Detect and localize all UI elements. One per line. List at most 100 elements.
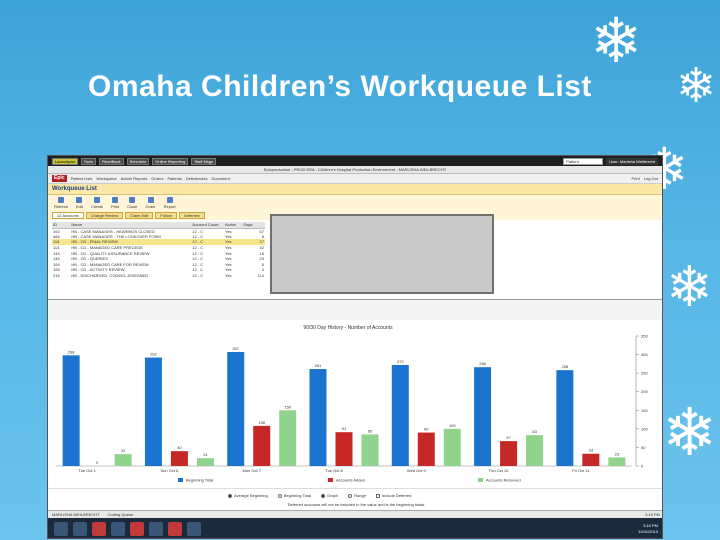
schedule-button[interactable]: Schedule [126,157,150,165]
bar [144,357,162,466]
taskbar-app-icon[interactable] [187,522,201,536]
y-tick-label: 0 [641,464,644,469]
report-tool[interactable]: Report [164,197,176,209]
tab-deferred[interactable]: Deferred [178,212,205,219]
slide-title: Omaha Children’s Workqueue List [88,70,592,103]
y-tick-label: 200 [641,389,648,394]
menu-item-patients[interactable]: Patients [167,176,181,181]
print-tool[interactable]: Print [111,197,119,209]
radio-graph[interactable]: Graph [321,493,338,498]
refresh-tool[interactable]: Refresh [54,197,68,209]
workqueue-title: Workqueue List [48,184,662,195]
menu-item-workqueue[interactable]: Workqueue [96,176,116,181]
launchpad-button[interactable]: Launchpad [52,157,78,165]
order-tool[interactable]: Order [145,197,156,209]
start-button[interactable] [54,522,68,536]
bar [114,454,132,466]
bar [279,410,297,466]
online-reporting-button[interactable]: Online Reporting [152,157,189,165]
bar [391,364,409,466]
radio-label: Beginning Total [283,493,312,498]
bar-value-label: 298 [68,349,75,354]
history-chart-svg: 90/30 Day History - Number of Accounts 2… [56,325,648,483]
legend-swatch [328,478,333,482]
tab-claim-edit[interactable]: Claim Edit [125,212,154,219]
staff-msgs-button[interactable]: Staff Msgs [191,157,217,165]
bar [62,355,80,466]
snowflake-icon: ❄ [662,394,718,471]
edit-tool[interactable]: Edit [76,197,83,209]
readback-button[interactable]: ReadBack [99,157,124,165]
taskbar-app-icon[interactable] [111,522,125,536]
y-tick-label: 300 [641,352,648,357]
bar-value-label: 0 [96,460,99,465]
close-icon [129,197,136,203]
y-tick-label: 150 [641,408,648,413]
x-tick-label: Fri Oct 11 [572,468,590,473]
bar-value-label: 85 [368,428,373,433]
clock-date: 10/11/2013 [638,529,658,534]
logout-button[interactable]: Log Out [644,176,658,181]
radio-average-beginning[interactable]: Average Beginning [228,493,268,498]
menu-item-orders[interactable]: Orders [151,176,163,181]
status-text: Coding Queue [107,512,134,517]
cell-count: 12 - C [192,273,204,279]
user-label: User: Marlisha Weilbrecht [606,157,658,165]
windows-taskbar: 3:16 PM 10/11/2013 [48,518,662,538]
history-chart: 90/30 Day History - Number of Accounts 2… [48,320,662,488]
bar-value-label: 258 [562,364,569,369]
radio-range[interactable]: Range [348,493,366,498]
radio-icon [228,493,232,498]
menu-item-patient-lists[interactable]: Patient Lists [71,176,93,181]
radio-label: Range [354,493,366,498]
table-row[interactable]: 216 HB - DISCHARGED, CODING, ASSIGNED 12 -… [52,273,265,279]
bar-value-label: 21 [203,452,208,457]
x-tick-label: Mon Oct 7 [242,468,261,473]
bar [196,458,214,466]
status-time: 3:16 PM [645,512,660,517]
menu-item-document[interactable]: Document [211,176,229,181]
bar [500,441,518,466]
bar-value-label: 40 [177,445,182,450]
radio-beginning-total[interactable]: Beginning Total [277,493,312,498]
patient-search-input[interactable]: Patient [563,157,604,165]
legend-label: Beginning Total [186,478,213,483]
bar-value-label: 91 [342,426,347,431]
tab-charge-review[interactable]: Charge Review [85,212,124,219]
x-tick-label: Thu Oct 10 [489,468,510,473]
tool-label: Edit [76,204,83,209]
print-button[interactable]: Print [632,176,640,181]
y-tick-label: 50 [641,445,646,450]
tab-follow[interactable]: Follow [155,212,177,219]
menu-item-deficiencies[interactable]: Deficiencies [186,176,208,181]
tools-button[interactable]: Tools [80,157,97,165]
bar [474,367,492,466]
x-tick-label: Sun Oct 6 [161,468,180,473]
epic-button[interactable]: Epic [52,175,67,182]
taskbar-app-icon[interactable] [149,522,163,536]
taskbar-app-icon[interactable] [168,522,182,536]
bar-value-label: 83 [532,429,537,434]
bar [556,370,574,466]
menu-item-admin-reports[interactable]: Admin Reports [121,176,147,181]
taskbar-app-icon[interactable] [73,522,87,536]
epic-top-toolbar: Launchpad Tools ReadBack Schedule Online… [48,156,662,166]
bar-value-label: 150 [284,404,291,409]
taskbar-app-icon[interactable] [92,522,106,536]
bar [335,432,353,466]
bar-value-label: 90 [424,427,429,432]
radio-icon [321,493,326,498]
workqueue-panel: ID Name Account Count Active Days 192 HB … [48,214,662,300]
taskbar-app-icon[interactable] [130,522,144,536]
tab-accounts[interactable]: 12 Accounts [52,212,84,219]
bar [170,451,188,466]
close-tool[interactable]: Close [127,197,137,209]
checkbox-include-deferred[interactable]: Include Deferred [375,493,412,498]
window-title: Epicproduction - PROD ERA - Children's H… [48,166,662,174]
y-tick-label: 100 [641,426,648,431]
taskbar-clock: 3:16 PM 10/11/2013 [638,523,658,535]
y-tick-label: 250 [641,371,648,376]
x-tick-label: Tue Oct 1 [78,468,96,473]
create-tool[interactable]: Create [91,197,103,209]
bar-value-label: 23 [615,451,620,456]
